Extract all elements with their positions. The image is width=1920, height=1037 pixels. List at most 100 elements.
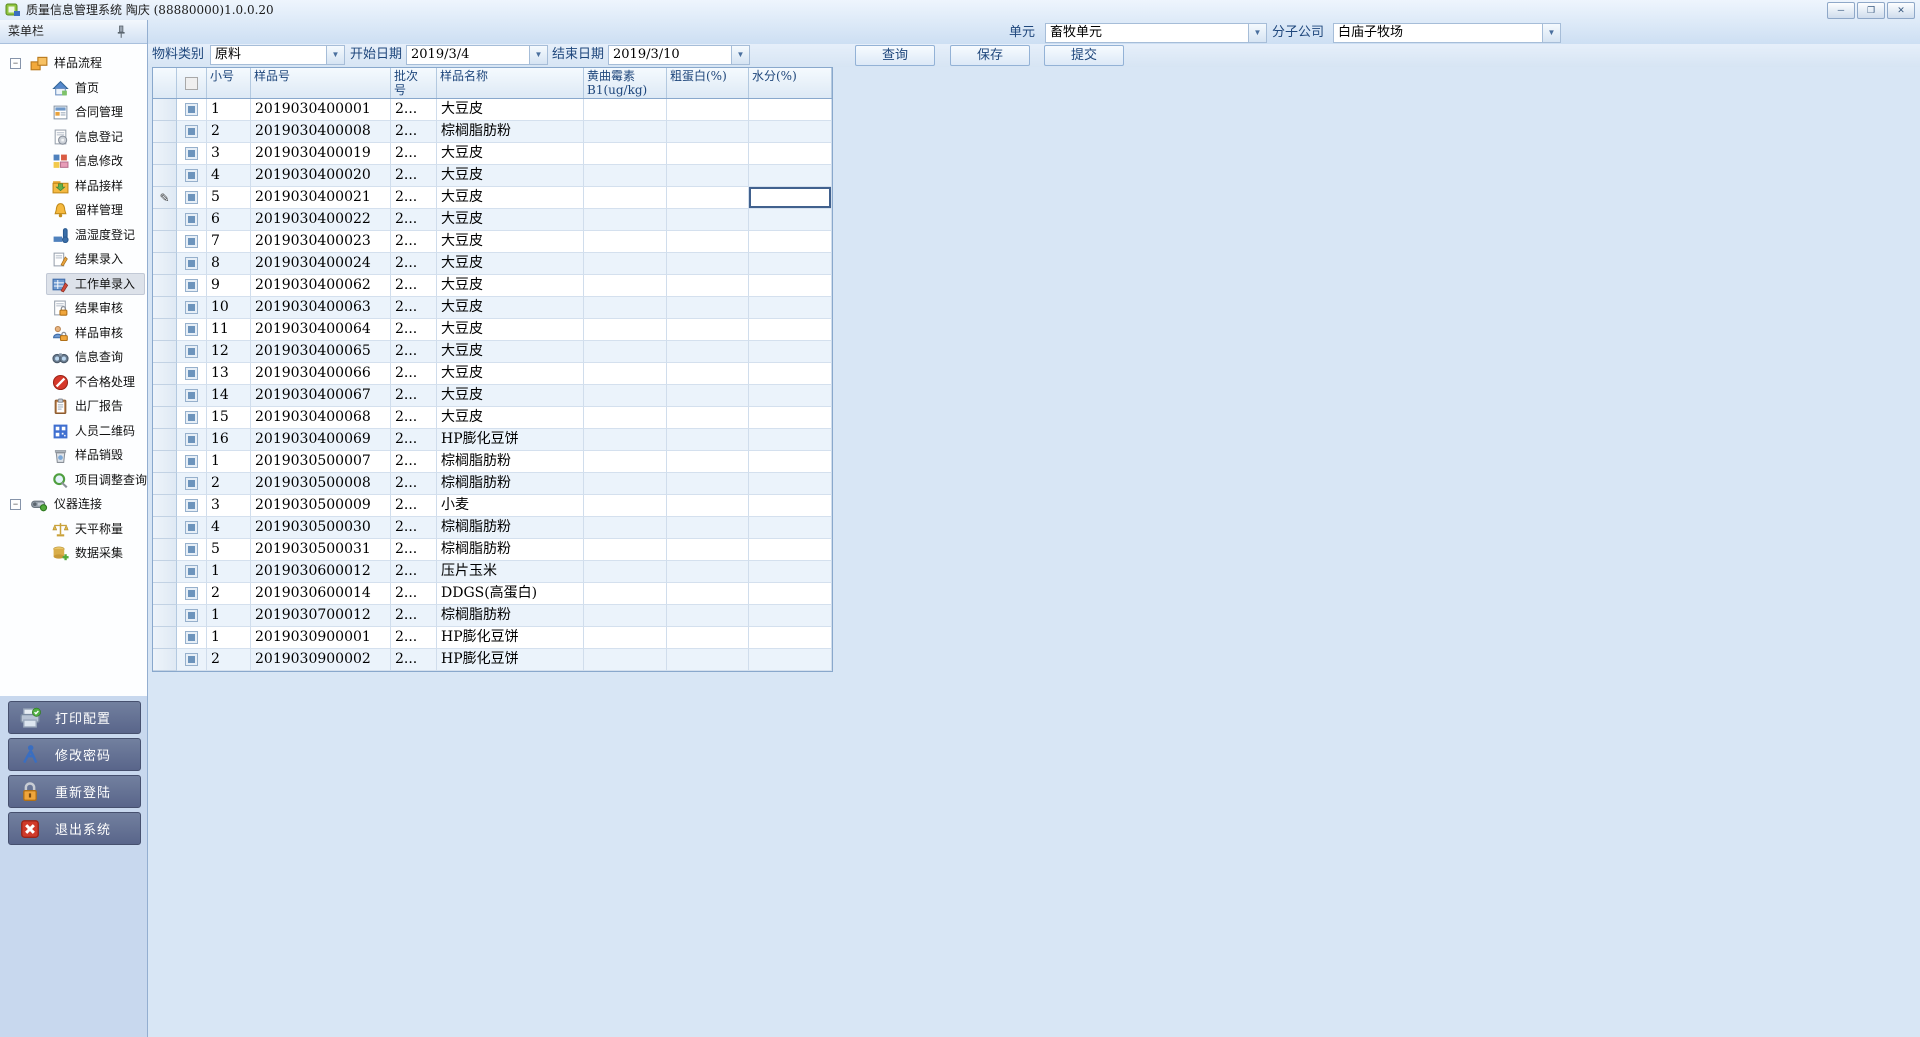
- row-checkbox[interactable]: [177, 253, 207, 275]
- cell-sample_no[interactable]: 2019030500031: [251, 539, 391, 561]
- cell-sn[interactable]: 5: [207, 187, 251, 209]
- row-checkbox[interactable]: [177, 429, 207, 451]
- cell-name[interactable]: 大豆皮: [437, 385, 584, 407]
- cell-batch[interactable]: 2...: [391, 407, 437, 429]
- sidebar-item-nonconform[interactable]: 不合格处理: [0, 370, 147, 395]
- cell-name[interactable]: 大豆皮: [437, 253, 584, 275]
- cell-batch[interactable]: 2...: [391, 605, 437, 627]
- table-row[interactable]: 1 2019030900001 2... HP膨化豆饼: [153, 627, 832, 649]
- cell-batch[interactable]: 2...: [391, 121, 437, 143]
- table-row[interactable]: 5 2019030500031 2... 棕榈脂肪粉: [153, 539, 832, 561]
- cell-sn[interactable]: 5: [207, 539, 251, 561]
- cell-moisture[interactable]: [749, 253, 832, 275]
- sidebar-item-home[interactable]: 首页: [0, 76, 147, 101]
- exit-system-button[interactable]: 退出系统: [8, 812, 141, 845]
- cell-batch[interactable]: 2...: [391, 209, 437, 231]
- table-row[interactable]: 4 2019030400020 2... 大豆皮: [153, 165, 832, 187]
- cell-moisture[interactable]: [749, 121, 832, 143]
- cell-sample_no[interactable]: 2019030400062: [251, 275, 391, 297]
- cell-sn[interactable]: 6: [207, 209, 251, 231]
- cell-protein[interactable]: [667, 253, 749, 275]
- cell-batch[interactable]: 2...: [391, 473, 437, 495]
- cell-moisture[interactable]: [749, 605, 832, 627]
- column-header-b1[interactable]: 黄曲霉素 B1(ug/kg): [584, 68, 667, 98]
- cell-protein[interactable]: [667, 605, 749, 627]
- table-row[interactable]: 16 2019030400069 2... HP膨化豆饼: [153, 429, 832, 451]
- cell-sn[interactable]: 15: [207, 407, 251, 429]
- cell-sample_no[interactable]: 2019030400022: [251, 209, 391, 231]
- table-row[interactable]: 2 2019030600014 2... DDGS(高蛋白): [153, 583, 832, 605]
- cell-moisture[interactable]: [749, 429, 832, 451]
- printer-button[interactable]: 打印配置: [8, 701, 141, 734]
- cell-name[interactable]: 大豆皮: [437, 143, 584, 165]
- cell-sn[interactable]: 1: [207, 561, 251, 583]
- cell-moisture[interactable]: [749, 495, 832, 517]
- cell-b1[interactable]: [584, 99, 667, 121]
- row-checkbox[interactable]: [177, 209, 207, 231]
- sidebar-item-project-adjust-query[interactable]: 项目调整查询: [0, 468, 147, 493]
- cell-protein[interactable]: [667, 627, 749, 649]
- cell-sample_no[interactable]: 2019030400019: [251, 143, 391, 165]
- cell-name[interactable]: 大豆皮: [437, 187, 584, 209]
- table-row[interactable]: 11 2019030400064 2... 大豆皮: [153, 319, 832, 341]
- cell-sample_no[interactable]: 2019030600012: [251, 561, 391, 583]
- column-header-sn[interactable]: 小号: [207, 68, 251, 98]
- cell-sn[interactable]: 11: [207, 319, 251, 341]
- sidebar-item-qrcode[interactable]: 人员二维码: [0, 419, 147, 444]
- unit-combobox[interactable]: 畜牧单元 ▼: [1045, 23, 1267, 43]
- sidebar-item-sample-receive[interactable]: 样品接样: [0, 174, 147, 199]
- cell-b1[interactable]: [584, 605, 667, 627]
- cell-sn[interactable]: 2: [207, 121, 251, 143]
- cell-moisture[interactable]: [749, 649, 832, 671]
- column-header-moisture[interactable]: 水分(%): [749, 68, 832, 98]
- row-checkbox[interactable]: [177, 605, 207, 627]
- cell-moisture[interactable]: [749, 385, 832, 407]
- cell-sn[interactable]: 14: [207, 385, 251, 407]
- cell-sn[interactable]: 12: [207, 341, 251, 363]
- sidebar-item-info-modify[interactable]: 信息修改: [0, 149, 147, 174]
- cell-moisture[interactable]: [749, 363, 832, 385]
- cell-sample_no[interactable]: 2019030600014: [251, 583, 391, 605]
- cell-protein[interactable]: [667, 143, 749, 165]
- cell-sample_no[interactable]: 2019030900002: [251, 649, 391, 671]
- cell-sample_no[interactable]: 2019030400020: [251, 165, 391, 187]
- cell-name[interactable]: 小麦: [437, 495, 584, 517]
- sidebar-item-sample-audit[interactable]: 样品审核: [0, 321, 147, 346]
- cell-batch[interactable]: 2...: [391, 363, 437, 385]
- cell-batch[interactable]: 2...: [391, 319, 437, 341]
- cell-b1[interactable]: [584, 231, 667, 253]
- cell-moisture[interactable]: [749, 407, 832, 429]
- cell-protein[interactable]: [667, 275, 749, 297]
- table-row[interactable]: 9 2019030400062 2... 大豆皮: [153, 275, 832, 297]
- cell-moisture[interactable]: [749, 517, 832, 539]
- cell-b1[interactable]: [584, 561, 667, 583]
- cell-sample_no[interactable]: 2019030500008: [251, 473, 391, 495]
- cell-protein[interactable]: [667, 451, 749, 473]
- cell-protein[interactable]: [667, 407, 749, 429]
- table-row[interactable]: 15 2019030400068 2... 大豆皮: [153, 407, 832, 429]
- cell-name[interactable]: 大豆皮: [437, 341, 584, 363]
- cell-b1[interactable]: [584, 363, 667, 385]
- cell-sn[interactable]: 10: [207, 297, 251, 319]
- row-checkbox[interactable]: [177, 187, 207, 209]
- cell-batch[interactable]: 2...: [391, 187, 437, 209]
- chevron-down-icon[interactable]: ▼: [731, 46, 749, 64]
- cell-b1[interactable]: [584, 385, 667, 407]
- cell-sn[interactable]: 4: [207, 517, 251, 539]
- cell-moisture[interactable]: [749, 209, 832, 231]
- cell-protein[interactable]: [667, 583, 749, 605]
- cell-name[interactable]: HP膨化豆饼: [437, 627, 584, 649]
- cell-b1[interactable]: [584, 319, 667, 341]
- cell-batch[interactable]: 2...: [391, 253, 437, 275]
- row-checkbox[interactable]: [177, 275, 207, 297]
- chevron-down-icon[interactable]: ▼: [1248, 24, 1266, 42]
- cell-sample_no[interactable]: 2019030400008: [251, 121, 391, 143]
- cell-protein[interactable]: [667, 209, 749, 231]
- row-checkbox[interactable]: [177, 231, 207, 253]
- row-checkbox[interactable]: [177, 297, 207, 319]
- cell-sample_no[interactable]: 2019030500030: [251, 517, 391, 539]
- cell-b1[interactable]: [584, 187, 667, 209]
- cell-name[interactable]: HP膨化豆饼: [437, 429, 584, 451]
- cell-sn[interactable]: 1: [207, 627, 251, 649]
- cell-batch[interactable]: 2...: [391, 539, 437, 561]
